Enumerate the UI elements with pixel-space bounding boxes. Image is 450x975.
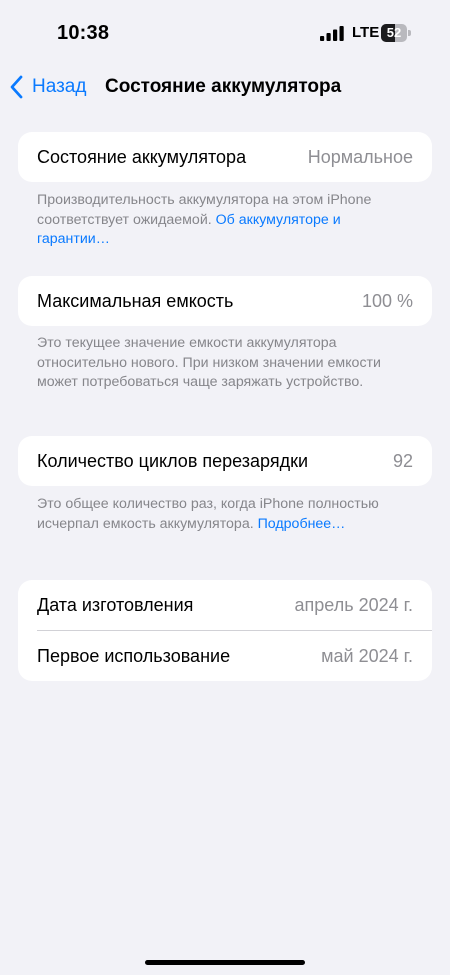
battery-tip (408, 30, 411, 36)
status-time: 10:38 (57, 22, 110, 44)
back-button[interactable]: Назад (8, 72, 86, 102)
cycle-count-card: Количество циклов перезарядки 92 (18, 436, 432, 486)
max-capacity-footnote: Это текущее значение емкости аккумулятор… (37, 335, 381, 390)
back-label: Назад (32, 76, 87, 97)
battery-health-label: Состояние аккумулятора (37, 146, 247, 167)
manufacture-date-label: Дата изготовления (37, 594, 194, 615)
navigation-bar: Назад Состояние аккумулятора (0, 62, 450, 112)
page-title: Состояние аккумулятора (105, 76, 342, 97)
cellular-signal-icon (320, 26, 344, 41)
battery-health-card: Состояние аккумулятора Нормальное (18, 132, 432, 182)
battery-health-row: Состояние аккумулятора Нормальное (18, 132, 432, 182)
battery-level-text: 52 (386, 25, 402, 40)
status-bar: 10:38 LTE 52 (0, 0, 450, 62)
manufacture-date-row: Дата изготовления апрель 2024 г. (18, 580, 432, 630)
learn-more-link[interactable]: Подробнее… (258, 516, 346, 532)
dates-card: Дата изготовления апрель 2024 г. Первое … (18, 580, 432, 681)
cycle-count-footnote: Это общее количество раз, когда iPhone п… (37, 495, 417, 534)
cycle-count-value: 92 (392, 450, 413, 471)
max-capacity-label: Максимальная емкость (37, 290, 234, 311)
cycle-count-label: Количество циклов перезарядки (37, 450, 309, 471)
home-indicator[interactable] (145, 960, 305, 965)
battery-icon: 52 (381, 24, 411, 42)
cycle-count-row: Количество циклов перезарядки 92 (18, 436, 432, 486)
first-use-value: май 2024 г. (321, 645, 413, 666)
max-capacity-value: 100 % (361, 290, 413, 311)
battery-health-footnote: Производительность аккумулятора на этом … (37, 191, 417, 250)
network-type: LTE (352, 24, 380, 41)
battery-body: 52 (381, 24, 407, 42)
manufacture-date-value: апрель 2024 г. (294, 594, 413, 615)
max-capacity-card: Максимальная емкость 100 % (18, 276, 432, 326)
first-use-row: Первое использование май 2024 г. (18, 631, 432, 681)
first-use-label: Первое использование (37, 645, 231, 666)
battery-health-value: Нормальное (307, 146, 413, 167)
max-capacity-row: Максимальная емкость 100 % (18, 276, 432, 326)
chevron-left-icon (10, 75, 23, 99)
